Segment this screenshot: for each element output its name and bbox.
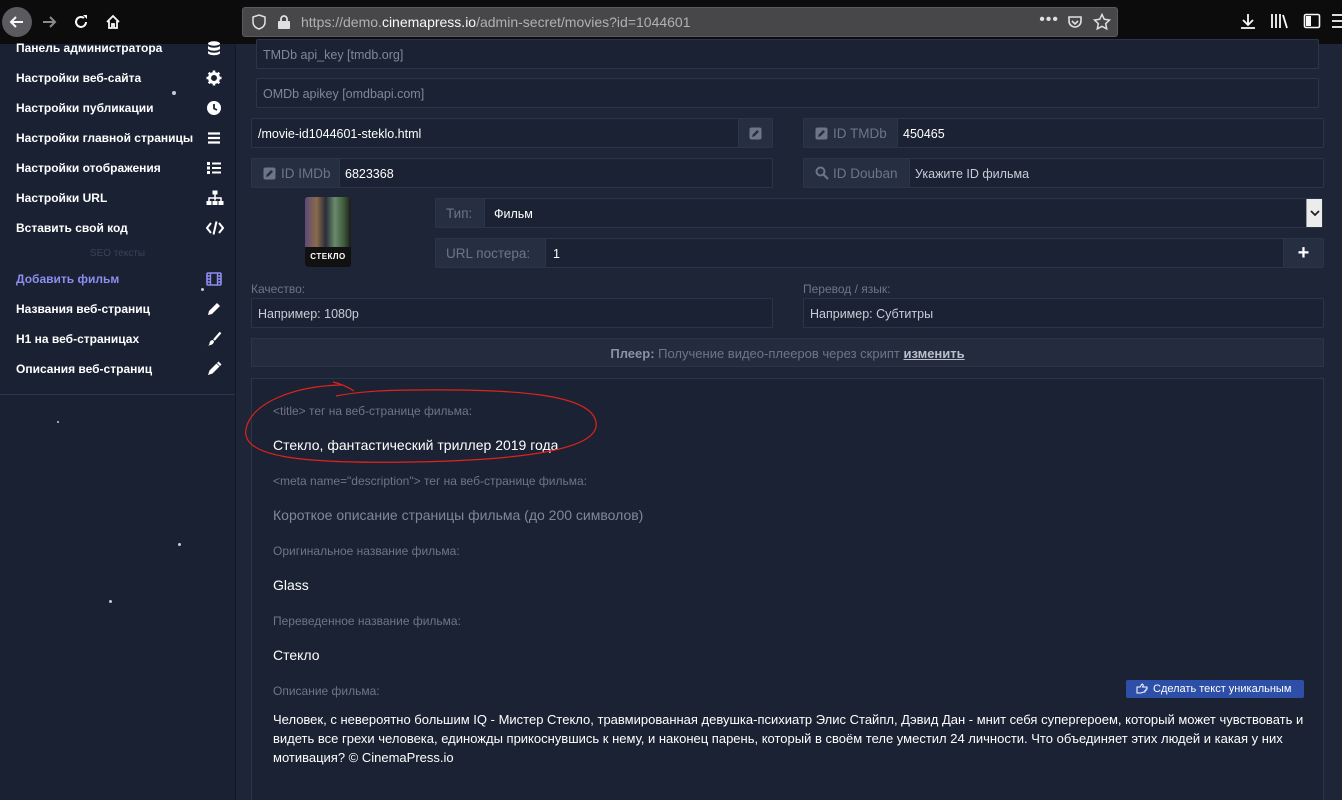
poster-url-field[interactable]: URL постера: 1 + xyxy=(435,238,1324,268)
search-icon xyxy=(815,166,829,180)
sidebar-item-add-movie[interactable]: Добавить фильм xyxy=(0,264,235,294)
pencil-icon xyxy=(206,301,222,317)
meta-description-label: <meta name="description"> тег на веб-стр… xyxy=(273,474,587,488)
translation-label: Перевод / язык: xyxy=(803,282,891,296)
tmdb-api-key-input[interactable]: TMDb api_key [tmdb.org] xyxy=(256,39,1319,69)
list-bullets-icon xyxy=(206,160,222,176)
sidebar-item-homepage-settings[interactable]: Настройки главной страницы xyxy=(0,123,235,153)
quality-label: Качество: xyxy=(251,282,306,296)
pen-icon xyxy=(206,361,222,377)
reload-icon xyxy=(75,15,87,28)
sidebar-item-h1-pages[interactable]: H1 на веб-страницах xyxy=(0,324,235,354)
id-tmdb-addon: ID TMDb xyxy=(804,119,898,147)
home-icon xyxy=(106,14,120,29)
sidebar-item-publication-settings[interactable]: Настройки публикации xyxy=(0,93,235,123)
make-unique-button[interactable]: Сделать текст уникальным xyxy=(1126,680,1304,698)
hand-icon xyxy=(1136,683,1148,694)
add-poster-button[interactable]: + xyxy=(1283,239,1323,267)
decorative-dot xyxy=(201,288,204,291)
edit-square-icon xyxy=(815,127,828,140)
description-textarea[interactable]: Человек, с невероятно большим IQ - Мисте… xyxy=(273,710,1313,767)
edit-square-icon xyxy=(263,167,276,180)
sidebar-item-website-settings[interactable]: Настройки веб-сайта xyxy=(0,63,235,93)
change-player-link[interactable]: изменить xyxy=(903,346,964,361)
shield-icon[interactable] xyxy=(251,14,267,33)
page-actions-menu[interactable]: ••• xyxy=(1039,11,1059,29)
movie-url-input[interactable]: /movie-id1044601-steklo.html xyxy=(251,118,773,148)
chevron-down-icon[interactable] xyxy=(1306,199,1322,227)
edit-square-icon xyxy=(749,127,762,139)
sidebar-toggle-icon[interactable] xyxy=(1303,12,1321,33)
url-text[interactable]: https://demo.cinemapress.io/admin-secret… xyxy=(301,14,691,30)
gear-icon xyxy=(206,70,222,86)
decorative-dot xyxy=(57,421,59,423)
database-icon xyxy=(206,40,222,56)
movie-poster-image: СТЕКЛО xyxy=(305,197,351,267)
sidebar-item-page-descriptions[interactable]: Описания веб-страниц xyxy=(0,354,235,384)
admin-sidebar: Панель администратора Настройки веб-сайт… xyxy=(0,41,236,800)
decorative-dot xyxy=(172,91,176,95)
seo-panel: <title> тег на веб-странице фильма: Стек… xyxy=(251,378,1324,800)
omdb-api-key-input[interactable]: OMDb apikey [omdbapi.com] xyxy=(256,78,1319,108)
meta-description-input[interactable]: Короткое описание страницы фильма (до 20… xyxy=(273,507,643,523)
movie-edit-form: TMDb api_key [tmdb.org] OMDb apikey [omd… xyxy=(236,39,1342,800)
edit-url-button[interactable] xyxy=(738,119,772,147)
player-info-bar: Плеер: Получение видео-плееров через скр… xyxy=(251,338,1324,367)
sidebar-item-url-settings[interactable]: Настройки URL xyxy=(0,183,235,213)
sitemap-icon xyxy=(206,190,224,206)
original-title-label: Оригинальное название фильма: xyxy=(273,544,460,558)
id-imdb-addon: ID IMDb xyxy=(252,159,340,187)
pocket-icon[interactable] xyxy=(1067,14,1083,33)
sidebar-item-insert-code[interactable]: Вставить свой код xyxy=(0,213,235,243)
overflow-menu-icon[interactable] xyxy=(1332,12,1342,33)
sidebar-item-display-settings[interactable]: Настройки отображения xyxy=(0,153,235,183)
sidebar-divider xyxy=(0,394,235,395)
clock-icon xyxy=(206,100,222,116)
type-addon: Тип: xyxy=(436,199,485,227)
title-tag-input[interactable]: Стекло, фантастический триллер 2019 года xyxy=(273,437,558,453)
arrow-right-icon xyxy=(43,16,57,28)
description-label: Описание фильма: xyxy=(273,684,380,698)
film-icon xyxy=(206,271,222,287)
bookmark-star-icon[interactable] xyxy=(1092,12,1112,34)
arrow-left-icon xyxy=(9,16,23,28)
sidebar-item-admin-panel[interactable]: Панель администратора xyxy=(0,33,235,63)
poster-url-addon: URL постера: xyxy=(436,239,546,267)
original-title-input[interactable]: Glass xyxy=(273,577,309,593)
id-tmdb-field[interactable]: ID TMDb 450465 xyxy=(803,118,1324,148)
translated-title-label: Переведенное название фильма: xyxy=(273,614,461,628)
translation-input[interactable]: Например: Субтитры xyxy=(803,298,1324,328)
id-douban-field[interactable]: ID Douban Укажите ID фильма xyxy=(803,158,1324,188)
quality-input[interactable]: Например: 1080p xyxy=(251,298,773,328)
sidebar-item-page-titles[interactable]: Названия веб-страниц xyxy=(0,294,235,324)
type-select[interactable]: Тип: Фильм xyxy=(435,198,1323,228)
id-imdb-field[interactable]: ID IMDb 6823368 xyxy=(251,158,773,188)
decorative-dot xyxy=(109,600,112,603)
sidebar-section-seo: SEO тексты xyxy=(89,248,146,259)
brush-icon xyxy=(206,331,222,347)
lock-icon[interactable] xyxy=(277,14,291,33)
translated-title-input[interactable]: Стекло xyxy=(273,647,320,663)
code-icon xyxy=(205,220,225,236)
decorative-dot xyxy=(178,543,181,546)
url-bar[interactable]: https://demo.cinemapress.io/admin-secret… xyxy=(242,7,1118,37)
library-icon[interactable] xyxy=(1270,12,1290,33)
title-tag-label: <title> тег на веб-странице фильма: xyxy=(273,404,473,418)
id-douban-addon: ID Douban xyxy=(804,159,910,187)
list-icon xyxy=(206,130,222,146)
download-icon[interactable] xyxy=(1239,12,1257,33)
